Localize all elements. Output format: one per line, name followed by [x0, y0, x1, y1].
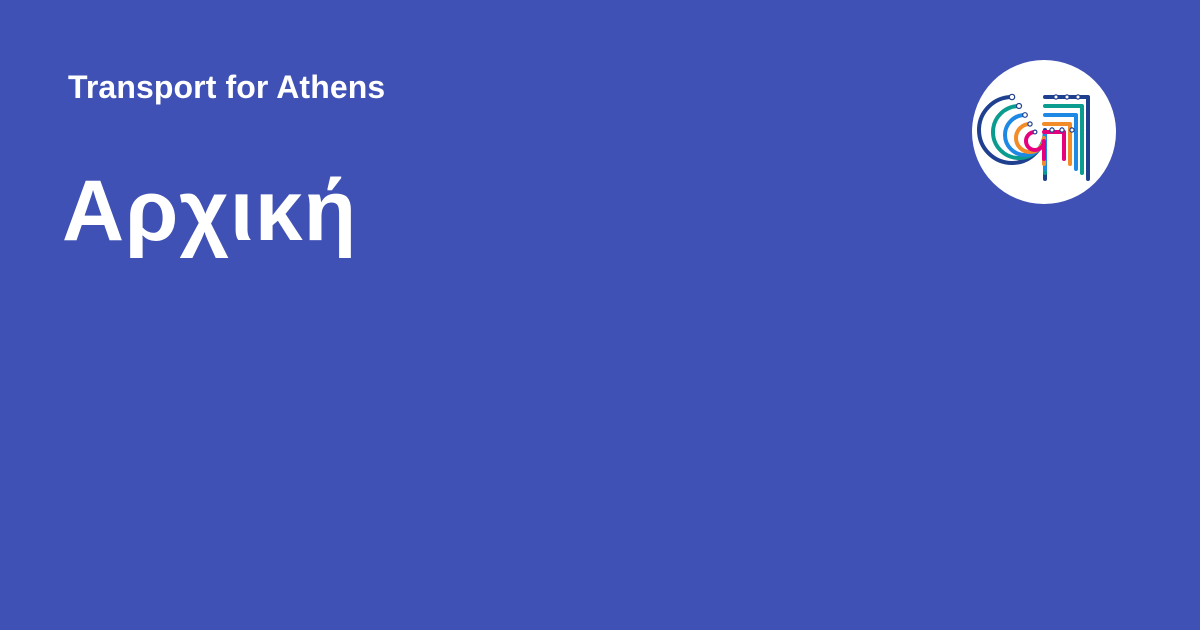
logo-station-dot	[1022, 112, 1028, 118]
logo-station-dot	[1008, 93, 1016, 101]
logo-station-dot	[1069, 127, 1075, 133]
logo-station-dot	[1075, 94, 1081, 100]
logo-station-dot	[1027, 121, 1033, 127]
transport-network-logo-icon	[977, 93, 1090, 181]
logo-station-dot	[1049, 127, 1055, 133]
share-card: Transport for Athens Αρχική	[0, 0, 1200, 630]
logo-badge	[972, 60, 1116, 204]
logo-station-dot	[1032, 129, 1038, 135]
logo-station-dot	[1064, 94, 1070, 100]
logo-station-dot	[1059, 127, 1065, 133]
logo-station-dot	[1015, 102, 1023, 110]
logo-station-dot	[1053, 94, 1059, 100]
site-name: Transport for Athens	[68, 69, 386, 105]
page-title: Αρχική	[62, 163, 358, 259]
